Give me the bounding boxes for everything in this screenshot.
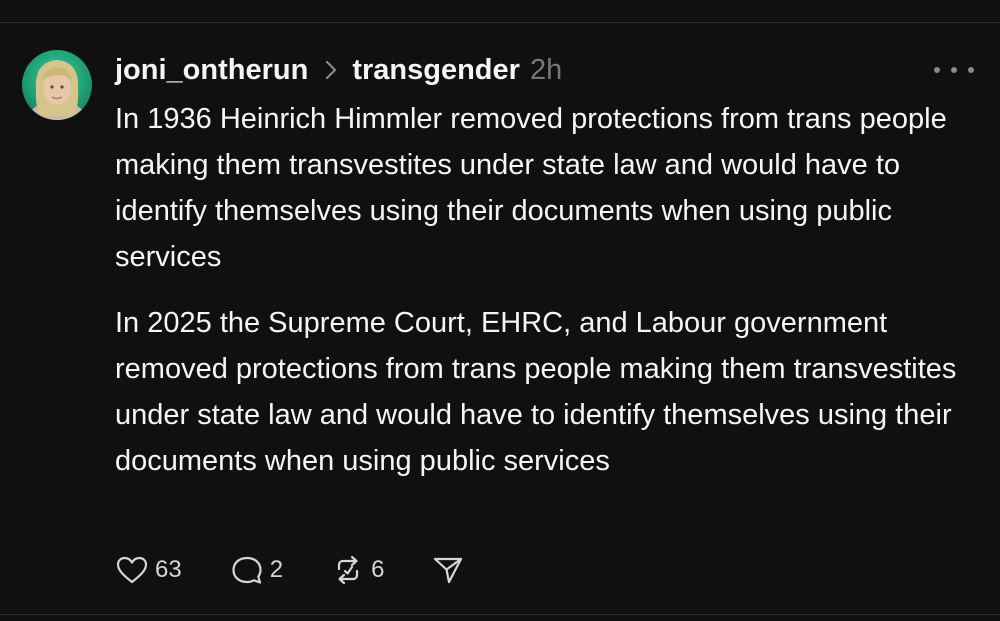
more-horizontal-icon-dot [951, 67, 957, 73]
reply-count: 2 [269, 556, 284, 583]
post-actions: 63 2 6 [115, 552, 512, 588]
community-name[interactable]: transgender [352, 54, 520, 87]
post-header: joni_ontherun transgender 2h [115, 52, 562, 88]
author-username[interactable]: joni_ontherun [115, 54, 308, 87]
like-count: 63 [155, 556, 182, 583]
post-body: In 1936 Heinrich Himmler removed protect… [115, 96, 990, 484]
more-horizontal-icon-dot [934, 67, 940, 73]
heart-icon [116, 556, 148, 584]
reply-button[interactable]: 2 [230, 554, 283, 586]
repost-button[interactable]: 6 [331, 554, 384, 586]
like-button[interactable]: 63 [115, 555, 182, 585]
chevron-right-icon [326, 60, 337, 80]
speech-bubble-icon [232, 556, 262, 584]
repost-icon [337, 555, 359, 585]
repost-count: 6 [371, 556, 385, 583]
bottom-divider [0, 614, 1000, 615]
avatar[interactable] [22, 50, 92, 120]
send-icon [434, 557, 463, 584]
more-options-button[interactable] [934, 62, 974, 78]
post-timestamp: 2h [529, 53, 563, 86]
post-paragraph: In 1936 Heinrich Himmler removed protect… [115, 103, 947, 273]
post-paragraph: In 2025 the Supreme Court, EHRC, and Lab… [115, 307, 957, 477]
top-divider [0, 22, 1000, 23]
more-horizontal-icon-dot [968, 67, 974, 73]
share-button[interactable] [432, 555, 464, 585]
